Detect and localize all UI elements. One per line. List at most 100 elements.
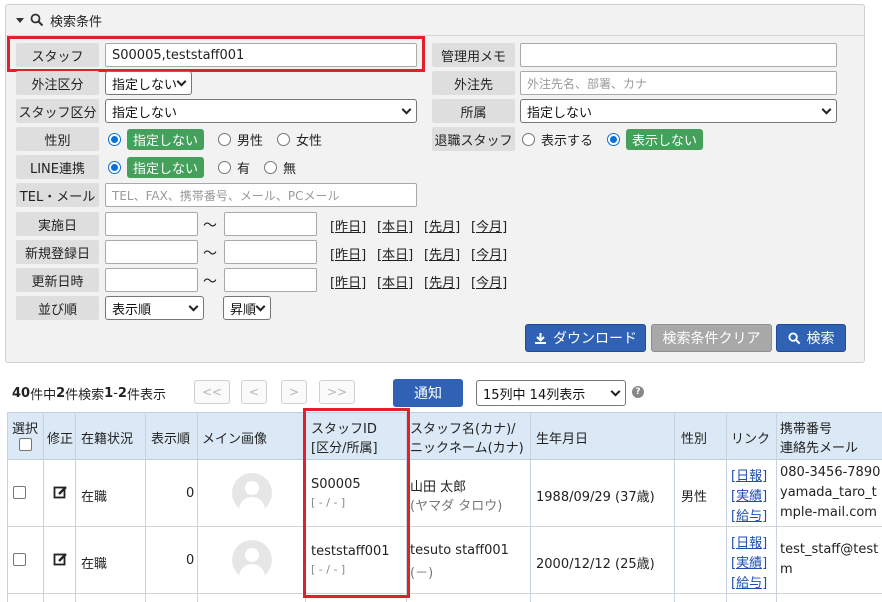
link-last-month[interactable]: [先月]: [424, 272, 460, 291]
radio-icon[interactable]: [218, 160, 232, 174]
radio-icon[interactable]: [277, 132, 291, 146]
staff-type-value: 指定しない: [112, 105, 178, 121]
mobile-cell: 080-3456-7890: [780, 465, 881, 480]
staff-kana-cell: (－): [410, 566, 434, 581]
outsource-dest-input[interactable]: 外注先名、部署、カナ: [520, 71, 837, 95]
help-icon[interactable]: ?: [632, 386, 644, 398]
header-gender: 性別: [681, 432, 708, 447]
header-nickname: ニックネーム(カナ): [410, 441, 524, 456]
chevron-down-icon: [610, 386, 621, 397]
row-checkbox[interactable]: [13, 486, 26, 499]
edit-icon[interactable]: [53, 485, 68, 500]
select-all-checkbox[interactable]: [19, 438, 32, 451]
mail-cell-cont: m: [780, 562, 793, 577]
columns-select[interactable]: 15列中 14列表示: [476, 380, 626, 406]
download-label: ダウンロード: [553, 331, 637, 347]
chevron-down-icon: [255, 301, 266, 312]
link-yesterday[interactable]: [昨日]: [330, 216, 366, 235]
last-page-button[interactable]: >>: [319, 380, 355, 404]
registered-date-to[interactable]: [224, 240, 317, 264]
col-line: [530, 412, 531, 602]
range-suffix: 件表示: [126, 387, 166, 403]
link-this-month[interactable]: [今月]: [471, 272, 507, 291]
line-radio-group: 指定しない 有 無: [108, 155, 304, 179]
link-today[interactable]: [本日]: [377, 216, 413, 235]
link-this-month[interactable]: [今月]: [471, 244, 507, 263]
line-option-unspecified[interactable]: 指定しない: [108, 156, 205, 178]
clear-conditions-button[interactable]: 検索条件クリア: [651, 324, 772, 352]
header-order: 表示順: [151, 432, 191, 447]
affiliation-select[interactable]: 指定しない: [520, 99, 837, 123]
updated-date-to[interactable]: [224, 268, 317, 292]
link-last-month[interactable]: [先月]: [424, 216, 460, 235]
link-yesterday[interactable]: [昨日]: [330, 272, 366, 291]
col-line: [7, 412, 8, 602]
updated-date-from[interactable]: [105, 268, 198, 292]
retired-option-show[interactable]: 表示する: [522, 130, 593, 149]
link-daily-report[interactable]: [日報]: [731, 465, 767, 484]
link-today[interactable]: [本日]: [377, 272, 413, 291]
notify-button[interactable]: 通知: [393, 379, 463, 407]
found-count: 2: [56, 385, 66, 401]
header-mobile: 携帯番号: [780, 422, 833, 437]
memo-input[interactable]: [520, 43, 837, 67]
link-salary[interactable]: [給与]: [731, 572, 767, 591]
staff-name-cell[interactable]: 山田 太郎: [410, 476, 466, 495]
registered-date-from[interactable]: [105, 240, 198, 264]
line-option-yes[interactable]: 有: [218, 158, 250, 177]
radio-checked-icon[interactable]: [108, 132, 121, 146]
link-today[interactable]: [本日]: [377, 244, 413, 263]
affiliation-label: 所属: [432, 99, 515, 123]
status-cell: 在職: [81, 557, 108, 572]
order-cell: 0: [186, 486, 195, 501]
gender-option-unspecified[interactable]: 指定しない: [108, 128, 205, 150]
gender-option-female[interactable]: 女性: [277, 130, 322, 149]
radio-icon[interactable]: [522, 132, 535, 146]
link-results[interactable]: [実績]: [731, 552, 767, 571]
col-line: [674, 412, 675, 602]
col-line: [75, 412, 76, 602]
header-birth[interactable]: 生年月日: [536, 428, 588, 447]
radio-checked-icon[interactable]: [108, 160, 121, 174]
radio-icon[interactable]: [218, 132, 232, 146]
header-name[interactable]: スタッフ名(カナ)/: [410, 418, 516, 437]
link-this-month[interactable]: [今月]: [471, 216, 507, 235]
search-label: 検索: [806, 331, 835, 347]
gender-option-male[interactable]: 男性: [218, 130, 263, 149]
row-checkbox[interactable]: [13, 553, 26, 566]
link-yesterday[interactable]: [昨日]: [330, 244, 366, 263]
staff-type-select[interactable]: 指定しない: [105, 99, 417, 123]
chevron-down-icon: [188, 301, 199, 312]
radio-checked-icon[interactable]: [607, 132, 621, 146]
header-image: メイン画像: [202, 432, 268, 447]
sort-select[interactable]: 表示順: [105, 296, 204, 320]
collapse-caret-icon[interactable]: [16, 17, 24, 23]
memo-label: 管理用メモ: [432, 43, 515, 67]
implementation-date-to[interactable]: [224, 212, 317, 236]
outsource-type-select[interactable]: 指定しない: [105, 71, 192, 95]
retired-option-hide[interactable]: 表示しない: [607, 128, 704, 150]
download-button[interactable]: ダウンロード: [525, 324, 646, 352]
link-last-month[interactable]: [先月]: [424, 244, 460, 263]
tel-input[interactable]: TEL、FAX、携帯番号、メール、PCメール: [105, 183, 417, 207]
radio-icon[interactable]: [264, 160, 278, 174]
date-label-implementation: 実施日: [16, 212, 99, 236]
search-button[interactable]: 検索: [776, 324, 846, 352]
link-daily-report[interactable]: [日報]: [731, 532, 767, 551]
link-results[interactable]: [実績]: [731, 485, 767, 504]
panel-header[interactable]: 検索条件: [16, 10, 102, 30]
implementation-date-from[interactable]: [105, 212, 198, 236]
order-select[interactable]: 昇順: [223, 296, 271, 320]
header-contact-mail: 連絡先メール: [780, 441, 859, 456]
line-option-no[interactable]: 無: [264, 158, 296, 177]
row-divider: [7, 593, 882, 594]
staff-name-cell[interactable]: tesuto staff001: [410, 543, 509, 558]
prev-page-button[interactable]: <: [241, 380, 267, 404]
link-salary[interactable]: [給与]: [731, 505, 767, 524]
next-page-button[interactable]: >: [281, 380, 307, 404]
edit-icon[interactable]: [53, 552, 68, 567]
col-line: [43, 412, 44, 602]
first-page-button[interactable]: <<: [194, 380, 230, 404]
chevron-down-icon: [401, 104, 412, 115]
col-line: [776, 412, 777, 602]
